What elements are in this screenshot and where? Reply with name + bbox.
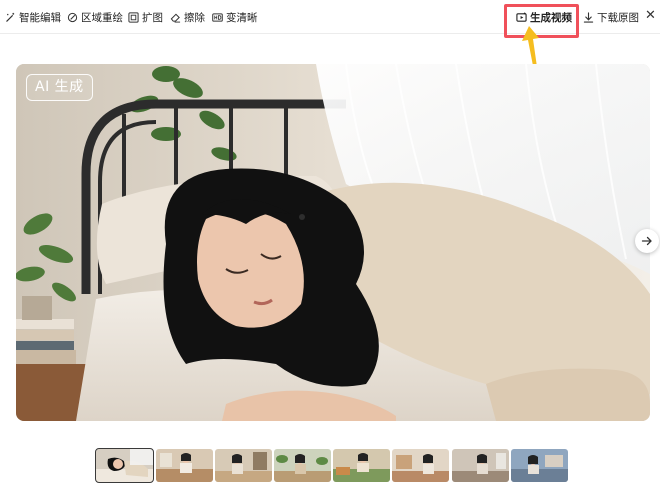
hd-icon	[212, 12, 223, 23]
thumbnail-1[interactable]	[95, 448, 154, 483]
magic-wand-icon	[5, 12, 16, 23]
smart-edit-label: 智能编辑	[19, 11, 61, 24]
thumbnail-5[interactable]	[333, 449, 390, 482]
erase-button[interactable]: 擦除	[170, 9, 205, 25]
generate-video-label: 生成视频	[530, 11, 572, 24]
brush-icon	[67, 12, 78, 23]
download-original-button[interactable]: 下载原图	[583, 9, 639, 25]
next-image-button[interactable]	[635, 229, 659, 253]
image-viewer: 智能编辑 区域重绘 扩图 擦除 变清晰 生成视频 下载原图 ✕ AI 生成	[0, 0, 660, 489]
smart-edit-button[interactable]: 智能编辑	[5, 9, 61, 25]
region-repaint-label: 区域重绘	[81, 11, 123, 24]
download-original-label: 下载原图	[597, 11, 639, 24]
clarity-label: 变清晰	[226, 11, 258, 24]
download-icon	[583, 11, 594, 23]
expand-button[interactable]: 扩图	[128, 9, 163, 25]
thumbnail-4[interactable]	[274, 449, 331, 482]
thumbnail-3[interactable]	[215, 449, 272, 482]
thumbnail-2[interactable]	[156, 449, 213, 482]
erase-label: 擦除	[184, 11, 205, 24]
eraser-icon	[170, 12, 181, 23]
thumbnail-8[interactable]	[511, 449, 568, 482]
clarity-button[interactable]: 变清晰	[212, 9, 258, 25]
generate-video-button[interactable]: 生成视频	[516, 9, 572, 25]
toolbar: 智能编辑 区域重绘 扩图 擦除 变清晰 生成视频 下载原图 ✕	[0, 0, 660, 34]
expand-label: 扩图	[142, 11, 163, 24]
video-icon	[516, 11, 527, 23]
thumbnail-6[interactable]	[392, 449, 449, 482]
expand-icon	[128, 11, 139, 23]
arrow-right-icon	[641, 236, 652, 246]
thumbnail-strip	[95, 448, 570, 483]
close-icon[interactable]: ✕	[645, 8, 659, 24]
generated-image[interactable]: AI 生成	[16, 64, 650, 421]
ai-generated-badge: AI 生成	[26, 74, 93, 101]
region-repaint-button[interactable]: 区域重绘	[67, 9, 123, 25]
thumbnail-7[interactable]	[452, 449, 509, 482]
sleeping-woman-photo	[16, 64, 650, 421]
